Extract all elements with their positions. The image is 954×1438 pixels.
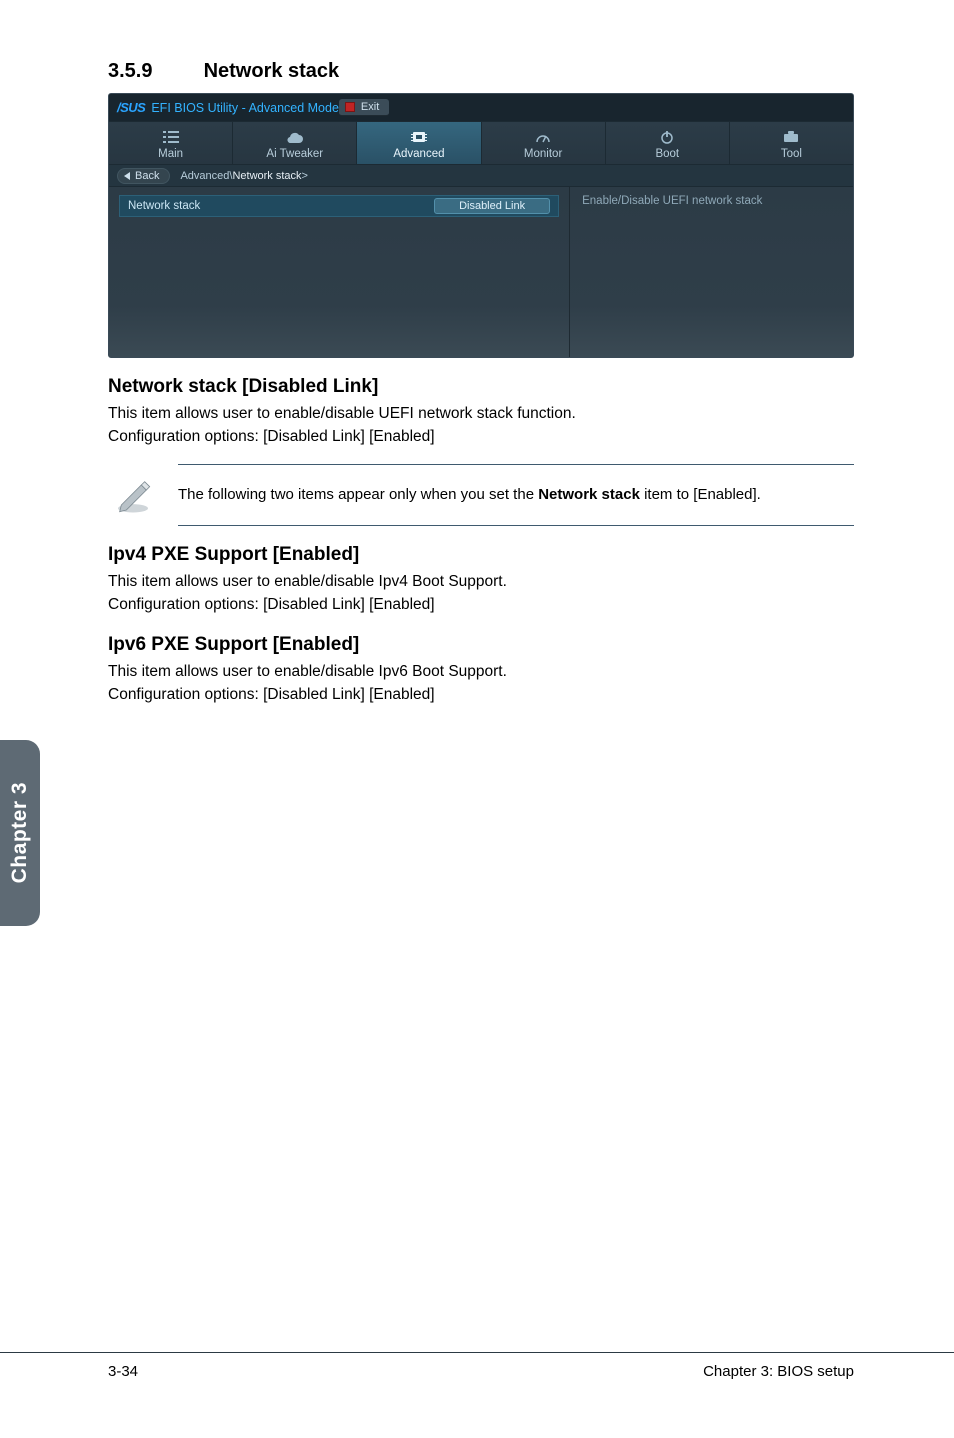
breadcrumb-prefix: Advanced\ — [180, 170, 232, 182]
tab-main[interactable]: Main — [109, 122, 233, 164]
bios-help-text: Enable/Disable UEFI network stack — [582, 195, 841, 207]
subheading-ipv6-pxe: Ipv6 PXE Support [Enabled] — [108, 634, 854, 656]
tab-ai-tweaker[interactable]: Ai Tweaker — [233, 122, 357, 164]
page-number: 3-34 — [108, 1363, 138, 1380]
bios-panel: /SUS EFI BIOS Utility - Advanced Mode Ex… — [108, 93, 854, 358]
bios-titlebar: /SUS EFI BIOS Utility - Advanced Mode Ex… — [109, 94, 853, 122]
bios-breadcrumb-bar: Back Advanced\ Network stack > — [109, 165, 853, 187]
setting-label: Network stack — [128, 200, 434, 212]
tab-monitor[interactable]: Monitor — [482, 122, 606, 164]
body-text: This item allows user to enable/disable … — [108, 662, 854, 683]
body-text: This item allows user to enable/disable … — [108, 572, 854, 593]
list-icon — [109, 128, 232, 146]
page-footer: 3-34 Chapter 3: BIOS setup — [0, 1352, 954, 1380]
subheading-network-stack: Network stack [Disabled Link] — [108, 376, 854, 398]
note-bold: Network stack — [538, 486, 640, 503]
chip-icon — [357, 128, 480, 146]
exit-button[interactable]: Exit — [339, 99, 389, 116]
bios-body: Network stack Disabled Link Enable/Disab… — [109, 187, 853, 357]
section-number: 3.5.9 — [108, 60, 198, 83]
tab-label: Monitor — [482, 148, 605, 160]
body-text: This item allows user to enable/disable … — [108, 404, 854, 425]
divider — [178, 525, 854, 526]
tab-tool[interactable]: Tool — [730, 122, 853, 164]
bios-left-pane: Network stack Disabled Link — [109, 187, 570, 357]
bios-window-title: EFI BIOS Utility - Advanced Mode — [151, 101, 339, 115]
bios-help-pane: Enable/Disable UEFI network stack — [570, 187, 853, 357]
setting-value[interactable]: Disabled Link — [434, 198, 550, 214]
chapter-side-tab: Chapter 3 — [0, 740, 40, 926]
chapter-side-label: Chapter 3 — [8, 782, 32, 883]
cloud-icon — [233, 128, 356, 146]
toolbox-icon — [730, 128, 853, 146]
tab-label: Main — [109, 148, 232, 160]
back-label: Back — [135, 170, 159, 182]
body-text: Configuration options: [Disabled Link] [… — [108, 685, 854, 706]
body-text: Configuration options: [Disabled Link] [… — [108, 595, 854, 616]
section-title: Network stack — [204, 60, 340, 82]
body-text: Configuration options: [Disabled Link] [… — [108, 427, 854, 448]
tab-label: Advanced — [357, 148, 480, 160]
bios-tab-bar: Main Ai Tweaker Advanced Monitor — [109, 122, 853, 165]
power-icon — [606, 128, 729, 146]
bios-brand-logo: /SUS — [117, 100, 145, 115]
note-prefix: The following two items appear only when… — [178, 486, 538, 503]
section-heading: 3.5.9 Network stack — [108, 60, 854, 83]
note-text: The following two items appear only when… — [158, 486, 854, 503]
tab-label: Tool — [730, 148, 853, 160]
gauge-icon — [482, 128, 605, 146]
breadcrumb-suffix: > — [302, 170, 308, 182]
exit-icon — [345, 102, 355, 112]
note-suffix: item to [Enabled]. — [640, 486, 761, 503]
tab-label: Boot — [606, 148, 729, 160]
tab-advanced[interactable]: Advanced — [357, 122, 481, 164]
back-button[interactable]: Back — [117, 168, 170, 184]
setting-row-network-stack[interactable]: Network stack Disabled Link — [119, 195, 559, 217]
tab-label: Ai Tweaker — [233, 148, 356, 160]
chapter-title: Chapter 3: BIOS setup — [138, 1363, 854, 1380]
pencil-note-icon — [108, 475, 158, 515]
exit-label: Exit — [361, 101, 379, 113]
tab-boot[interactable]: Boot — [606, 122, 730, 164]
subheading-ipv4-pxe: Ipv4 PXE Support [Enabled] — [108, 544, 854, 566]
note-block: The following two items appear only when… — [108, 464, 854, 526]
breadcrumb-current: Network stack — [232, 170, 301, 182]
